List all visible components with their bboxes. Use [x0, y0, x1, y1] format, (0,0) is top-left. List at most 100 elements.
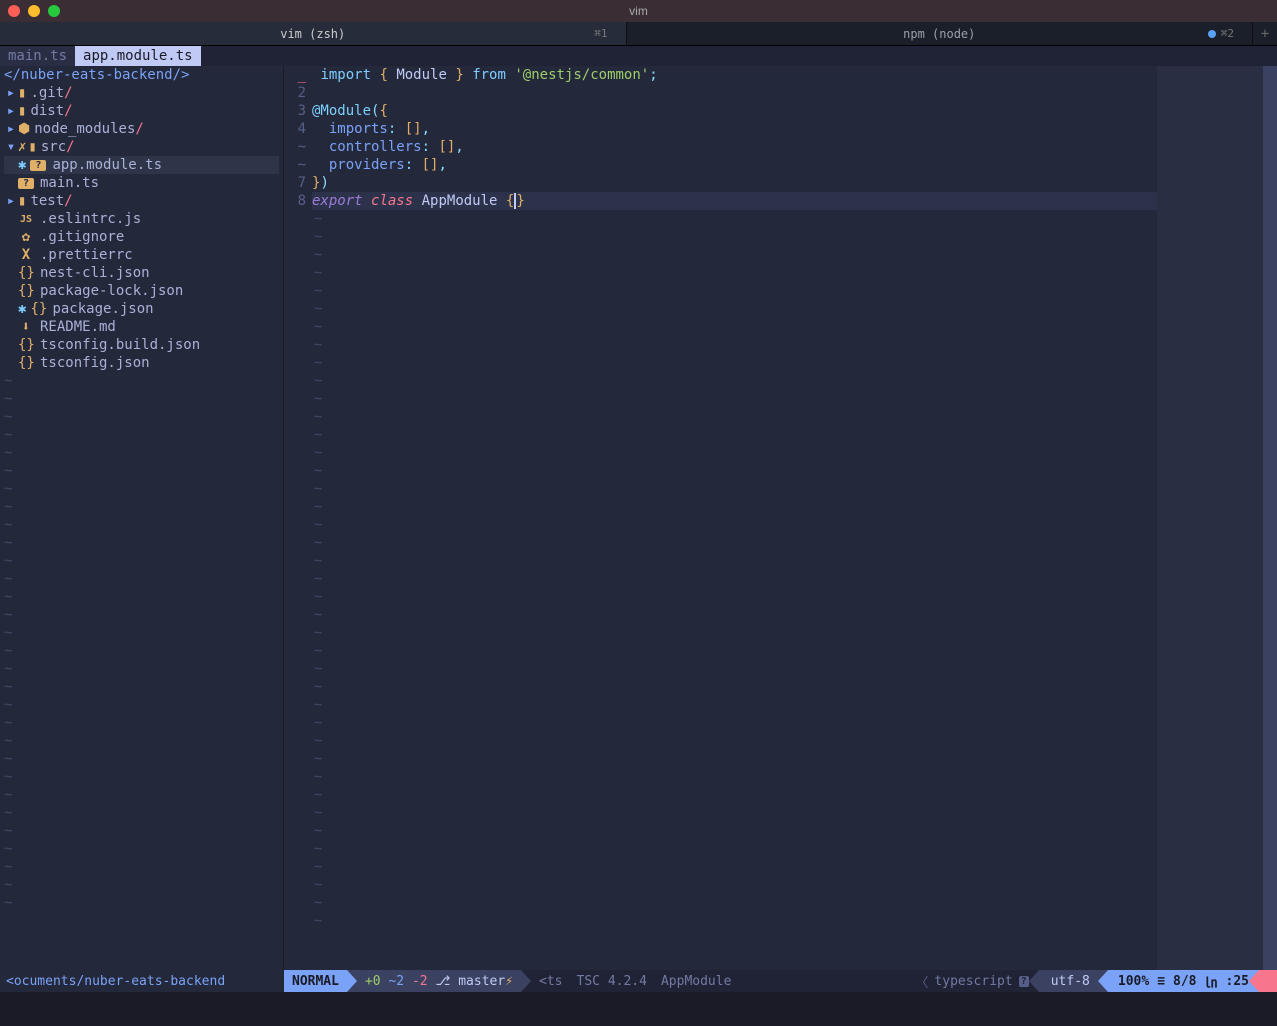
- empty-line-tilde: ~: [312, 732, 1277, 750]
- empty-line-tilde: ~: [4, 840, 279, 858]
- empty-line-tilde: ~: [4, 768, 279, 786]
- empty-line-tilde: ~: [4, 786, 279, 804]
- code-area[interactable]: import { Module } from '@nestjs/common';…: [312, 66, 1277, 970]
- empty-line-tilde: ~: [4, 480, 279, 498]
- tree-file[interactable]: {}tsconfig.build.json: [4, 336, 279, 354]
- tree-file[interactable]: {}tsconfig.json: [4, 354, 279, 372]
- buffer-tab-appmodule[interactable]: app.module.ts: [75, 46, 201, 66]
- code-line[interactable]: @Module({: [312, 102, 1277, 120]
- tree-file[interactable]: ?main.ts: [4, 174, 279, 192]
- tree-folder[interactable]: ▸⬢node_modules/: [4, 120, 279, 138]
- encoding-label: utf-8: [1051, 974, 1090, 989]
- color-column: [1157, 66, 1277, 970]
- code-line[interactable]: import { Module } from '@nestjs/common';: [312, 66, 1277, 84]
- empty-line-tilde: ~: [312, 282, 1277, 300]
- terminal-tab-bar: vim (zsh) ⌘1 npm (node) ⌘2 +: [0, 22, 1277, 46]
- empty-line-tilde: ~: [312, 408, 1277, 426]
- maximize-window-icon[interactable]: [48, 5, 60, 17]
- empty-line-tilde: ~: [4, 606, 279, 624]
- tree-file[interactable]: ✱?app.module.ts: [4, 156, 279, 174]
- statusline-end-cap: [1259, 970, 1277, 992]
- empty-line-tilde: ~: [4, 876, 279, 894]
- code-line[interactable]: export class AppModule {}: [312, 192, 1277, 210]
- empty-line-tilde: ~: [312, 444, 1277, 462]
- editor-pane[interactable]: _234~~78 import { Module } from '@nestjs…: [284, 66, 1277, 970]
- project-root[interactable]: </nuber-eats-backend/>: [4, 66, 279, 84]
- empty-line-tilde: ~: [312, 786, 1277, 804]
- tree-file[interactable]: JS.eslintrc.js: [4, 210, 279, 228]
- file-tree[interactable]: </nuber-eats-backend/> ▸▮.git/ ▸▮dist/ ▸…: [0, 66, 284, 970]
- tree-file[interactable]: ⬇README.md: [4, 318, 279, 336]
- window-title: vim: [629, 4, 648, 18]
- empty-line-tilde: ~: [312, 354, 1277, 372]
- diff-modified: ~2: [388, 974, 404, 989]
- scrollbar[interactable]: [1263, 66, 1277, 970]
- tree-folder[interactable]: ▸▮.git/: [4, 84, 279, 102]
- empty-line-tilde: ~: [312, 498, 1277, 516]
- tree-folder[interactable]: ▸▮dist/: [4, 102, 279, 120]
- empty-line-tilde: ~: [312, 426, 1277, 444]
- line-number: 2: [284, 84, 306, 102]
- tree-file[interactable]: {}package-lock.json: [4, 282, 279, 300]
- empty-line-tilde: ~: [4, 804, 279, 822]
- code-line[interactable]: [312, 84, 1277, 102]
- empty-line-tilde: ~: [4, 390, 279, 408]
- empty-line-tilde: ~: [312, 858, 1277, 876]
- empty-line-tilde: ~: [312, 336, 1277, 354]
- buffer-tab-main[interactable]: main.ts: [0, 46, 75, 66]
- empty-line-tilde: ~: [4, 660, 279, 678]
- empty-line-tilde: ~: [312, 714, 1277, 732]
- tsc-version: TSC 4.2.4: [577, 974, 647, 989]
- empty-line-tilde: ~: [312, 390, 1277, 408]
- empty-line-tilde: ~: [312, 696, 1277, 714]
- line-number: 3: [284, 102, 306, 120]
- empty-line-tilde: ~: [4, 408, 279, 426]
- empty-line-tilde: ~: [4, 624, 279, 642]
- tree-file[interactable]: X.prettierrc: [4, 246, 279, 264]
- line-number: ~: [284, 138, 306, 156]
- line-number: 4: [284, 120, 306, 138]
- terminal-tab-vim[interactable]: vim (zsh) ⌘1: [0, 22, 627, 45]
- current-symbol: AppModule: [661, 974, 731, 989]
- filetype-label: typescript: [934, 974, 1012, 989]
- hamburger-icon: ≡: [1157, 974, 1165, 989]
- empty-line-tilde: ~: [312, 840, 1277, 858]
- empty-line-tilde: ~: [312, 318, 1277, 336]
- code-line[interactable]: }): [312, 174, 1277, 192]
- empty-line-tilde: ~: [312, 768, 1277, 786]
- tree-folder[interactable]: ▸▮test/: [4, 192, 279, 210]
- empty-line-tilde: ~: [312, 570, 1277, 588]
- command-line-area[interactable]: [0, 992, 1277, 1026]
- line-info: 8/8: [1173, 974, 1196, 989]
- empty-line-tilde: ~: [312, 750, 1277, 768]
- empty-line-tilde: ~: [4, 822, 279, 840]
- empty-line-tilde: ~: [4, 552, 279, 570]
- lightning-icon: ⚡: [505, 974, 513, 989]
- empty-line-tilde: ~: [4, 714, 279, 732]
- tree-file[interactable]: {}nest-cli.json: [4, 264, 279, 282]
- empty-line-tilde: ~: [312, 300, 1277, 318]
- status-middle: <ts TSC 4.2.4 AppModule: [521, 970, 905, 992]
- empty-line-tilde: ~: [312, 804, 1277, 822]
- empty-line-tilde: ~: [312, 624, 1277, 642]
- tree-file[interactable]: ✿.gitignore: [4, 228, 279, 246]
- empty-line-tilde: ~: [312, 894, 1277, 912]
- nerdtree-status-path: <ocuments/nuber-eats-backend: [0, 970, 284, 992]
- new-tab-button[interactable]: +: [1253, 22, 1277, 45]
- close-window-icon[interactable]: [8, 5, 20, 17]
- tree-folder[interactable]: ▾✗ ▮src/: [4, 138, 279, 156]
- empty-line-tilde: ~: [312, 912, 1277, 930]
- buffer-tab-bar: main.ts app.module.ts: [0, 46, 1277, 66]
- minimize-window-icon[interactable]: [28, 5, 40, 17]
- terminal-tab-npm[interactable]: npm (node) ⌘2: [627, 22, 1254, 45]
- empty-line-tilde: ~: [4, 894, 279, 912]
- tree-file[interactable]: ✱{}package.json: [4, 300, 279, 318]
- code-line[interactable]: imports: [],: [312, 120, 1277, 138]
- empty-line-tilde: ~: [312, 876, 1277, 894]
- code-line[interactable]: providers: [],: [312, 156, 1277, 174]
- empty-line-tilde: ~: [312, 210, 1277, 228]
- empty-line-tilde: ~: [312, 246, 1277, 264]
- code-line[interactable]: controllers: [],: [312, 138, 1277, 156]
- lint-status: <ts: [539, 974, 562, 989]
- empty-line-tilde: ~: [312, 822, 1277, 840]
